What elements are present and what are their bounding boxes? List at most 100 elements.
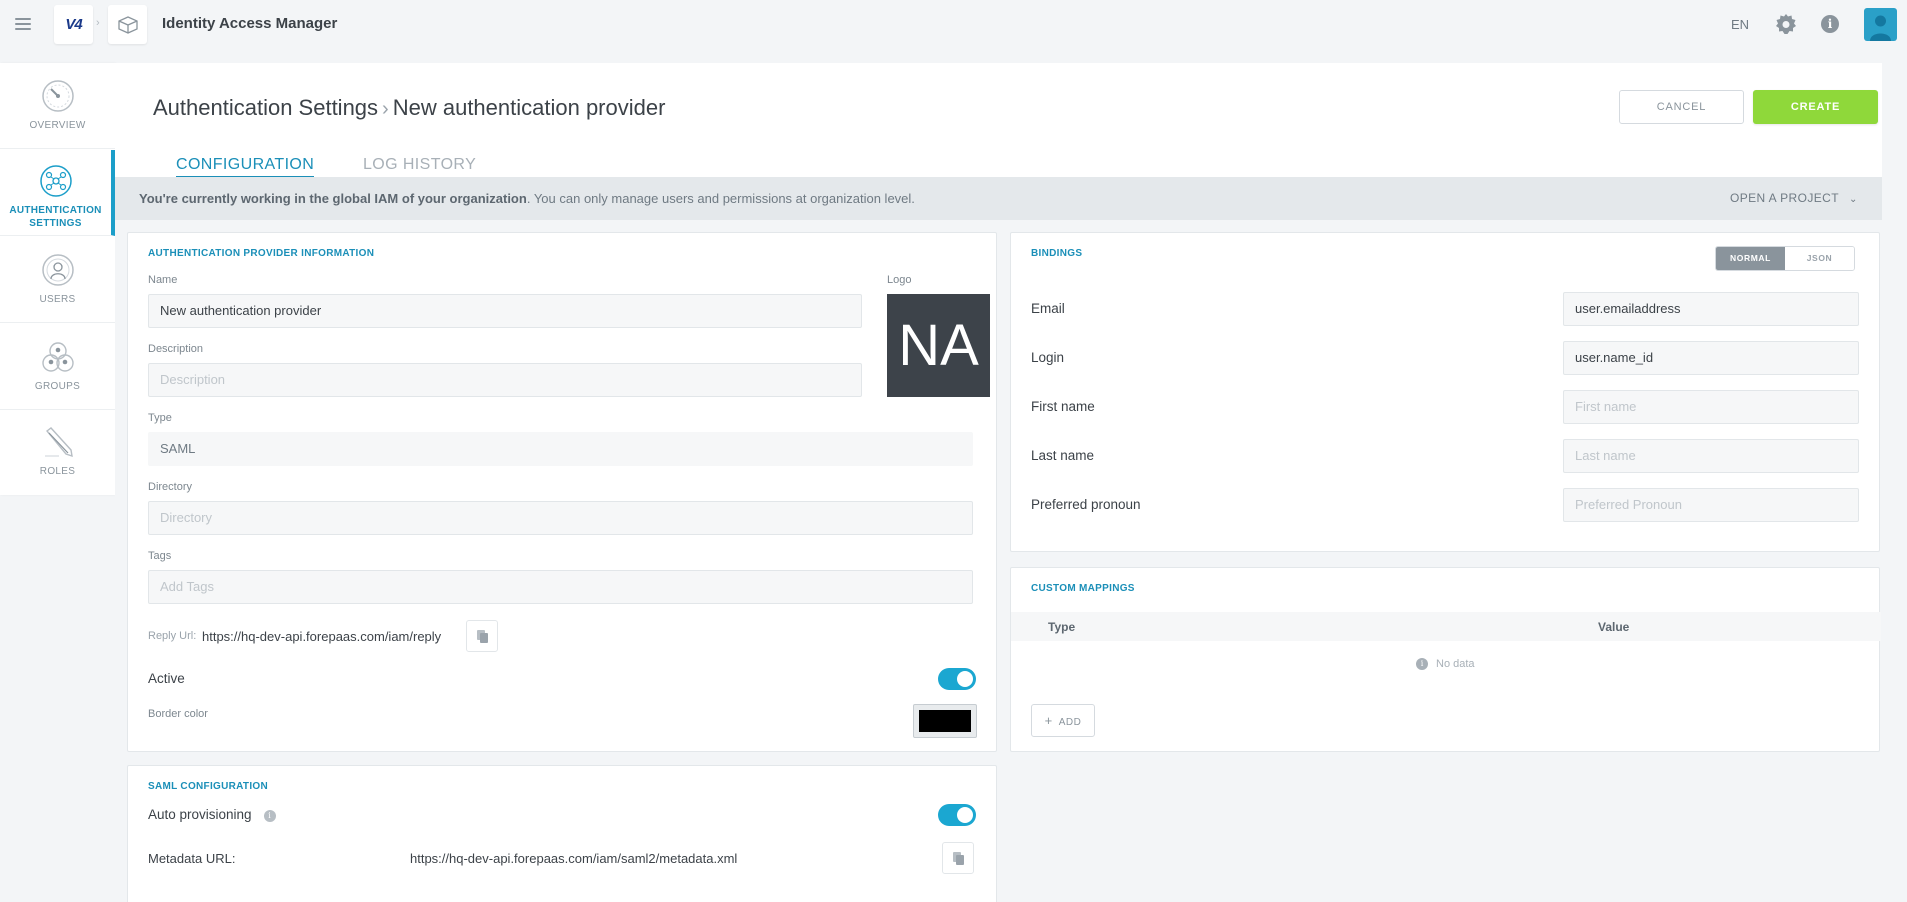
type-label: Type <box>148 412 172 424</box>
sidebar-item-users[interactable]: USERS <box>0 237 115 323</box>
card-title: SAML CONFIGURATION <box>148 781 269 792</box>
brand-mark: V4 <box>65 16 82 33</box>
column-header-type: Type <box>1048 620 1076 634</box>
menu-icon[interactable] <box>15 18 31 30</box>
sidebar-item-label: GROUPS <box>34 381 81 392</box>
binding-first-name-input[interactable]: First name <box>1563 390 1859 424</box>
binding-label-login: Login <box>1031 350 1065 365</box>
card-title: CUSTOM MAPPINGS <box>1031 583 1135 594</box>
description-label: Description <box>148 343 204 355</box>
binding-label-preferred-pronoun: Preferred pronoun <box>1031 497 1141 512</box>
border-color-picker[interactable] <box>913 704 977 738</box>
sidebar-item-label: USERS <box>39 294 76 305</box>
mode-normal-button[interactable]: NORMAL <box>1716 247 1785 270</box>
user-icon <box>41 254 74 286</box>
breadcrumb-root[interactable]: Authentication Settings <box>153 95 378 120</box>
main-panel: Authentication Settings › New authenticati… <box>115 63 1882 902</box>
open-project-label: OPEN A PROJECT <box>1730 191 1839 205</box>
dashboard-icon <box>41 80 74 112</box>
group-icon <box>41 342 74 372</box>
custom-mappings-card: CUSTOM MAPPINGS Type Value i No data + ADD <box>1010 567 1881 752</box>
binding-email-input[interactable]: user.emailaddress <box>1563 292 1859 326</box>
sidebar-item-label: OVERVIEW <box>29 120 86 131</box>
empty-text: No data <box>1436 658 1475 670</box>
active-toggle[interactable] <box>938 668 976 690</box>
provider-logo[interactable]: NA <box>887 294 990 397</box>
empty-state: i No data <box>1416 658 1475 670</box>
open-project-dropdown[interactable]: OPEN A PROJECT ⌄ <box>1730 191 1858 205</box>
tags-input[interactable]: Add Tags <box>148 570 973 604</box>
add-label: ADD <box>1058 717 1082 728</box>
avatar[interactable] <box>1864 8 1897 41</box>
color-swatch-fill <box>919 710 971 732</box>
org-notice-banner: You're currently working in the global I… <box>115 177 1882 220</box>
card-title: AUTHENTICATION PROVIDER INFORMATION <box>148 248 375 259</box>
metadata-url-label: Metadata URL: <box>148 851 236 866</box>
binding-label-email: Email <box>1031 301 1065 316</box>
name-label: Name <box>148 274 178 286</box>
saml-config-card: SAML CONFIGURATION Auto provisioning i Me… <box>127 765 997 902</box>
auto-provisioning-text: Auto provisioning <box>148 807 252 822</box>
type-value: SAML <box>148 432 973 466</box>
directory-select[interactable]: Directory <box>148 501 973 535</box>
sidebar-item-authentication-settings[interactable]: AUTHENTICATION SETTINGS <box>0 150 115 236</box>
user-avatar-icon <box>1870 15 1891 41</box>
gear-icon[interactable] <box>1776 14 1796 34</box>
add-mapping-button[interactable]: + ADD <box>1031 704 1095 737</box>
metadata-url-value: https://hq-dev-api.forepaas.com/iam/saml… <box>410 851 738 866</box>
bindings-mode-toggle: NORMAL JSON <box>1715 246 1855 271</box>
sidebar: OVERVIEW AUTHENTICATION SETTINGS USERS G… <box>0 63 115 495</box>
notice-bold: You're currently working in the global I… <box>139 191 527 206</box>
bindings-card: BINDINGS NORMAL JSON Email user.emailadd… <box>1010 232 1880 552</box>
mode-json-button[interactable]: JSON <box>1785 247 1854 270</box>
breadcrumb: Authentication Settings › New authenticati… <box>153 95 665 121</box>
info-icon[interactable]: i <box>1821 15 1839 33</box>
binding-preferred-pronoun-input[interactable]: Preferred Pronoun <box>1563 488 1859 522</box>
network-icon <box>39 165 72 197</box>
binding-last-name-input[interactable]: Last name <box>1563 439 1859 473</box>
brand-logo[interactable]: V4 <box>54 5 93 44</box>
name-input[interactable]: New authentication provider <box>148 294 862 328</box>
auto-provisioning-label: Auto provisioning i <box>148 807 276 822</box>
page-title: New authentication provider <box>392 95 666 120</box>
tags-label: Tags <box>148 550 172 562</box>
info-icon[interactable]: i <box>263 810 276 822</box>
provider-info-card: AUTHENTICATION PROVIDER INFORMATION Name… <box>127 232 997 752</box>
logo-label: Logo <box>887 274 912 286</box>
notice-rest: . You can only manage users and permissi… <box>526 191 915 206</box>
sidebar-item-label: ROLES <box>39 466 76 477</box>
active-label: Active <box>148 671 185 686</box>
binding-login-input[interactable]: user.name_id <box>1563 341 1859 375</box>
sidebar-item-overview[interactable]: OVERVIEW <box>0 63 115 149</box>
copy-metadata-url-button[interactable] <box>942 842 974 874</box>
sidebar-item-roles[interactable]: ROLES <box>0 411 115 495</box>
tab-log-history[interactable]: LOG HISTORY <box>363 156 476 176</box>
chevron-down-icon: ⌄ <box>1848 194 1858 205</box>
cancel-button[interactable]: CANCEL <box>1619 90 1744 124</box>
auto-provisioning-toggle[interactable] <box>938 804 976 826</box>
binding-label-first-name: First name <box>1031 399 1095 414</box>
language-selector[interactable]: EN <box>1731 17 1749 32</box>
chevron-right-icon: › <box>382 98 389 120</box>
copy-reply-url-button[interactable] <box>466 620 498 652</box>
box-icon <box>117 15 138 34</box>
create-button[interactable]: CREATE <box>1753 90 1878 124</box>
plus-icon: + <box>1044 713 1053 728</box>
chevron-right-icon: › <box>96 17 100 29</box>
reply-url-label: Reply Url: <box>148 630 197 642</box>
pencil-icon <box>44 427 73 458</box>
tab-configuration[interactable]: CONFIGURATION <box>176 156 315 178</box>
top-bar: V4 › Identity Access Manager EN i <box>0 0 1907 49</box>
sidebar-item-groups[interactable]: GROUPS <box>0 324 115 410</box>
content-area: AUTHENTICATION PROVIDER INFORMATION Name… <box>115 220 1882 902</box>
reply-url-value: https://hq-dev-api.forepaas.com/iam/repl… <box>202 629 442 644</box>
card-title: BINDINGS <box>1031 248 1083 259</box>
border-color-label: Border color <box>148 708 208 720</box>
description-input[interactable]: Description <box>148 363 862 397</box>
column-header-value: Value <box>1598 620 1630 634</box>
sidebar-item-label: AUTHENTICATION SETTINGS <box>9 205 102 229</box>
info-icon: i <box>1416 658 1428 670</box>
app-logo[interactable] <box>108 5 147 44</box>
notice-text: You're currently working in the global I… <box>139 191 915 206</box>
binding-label-last-name: Last name <box>1031 448 1095 463</box>
